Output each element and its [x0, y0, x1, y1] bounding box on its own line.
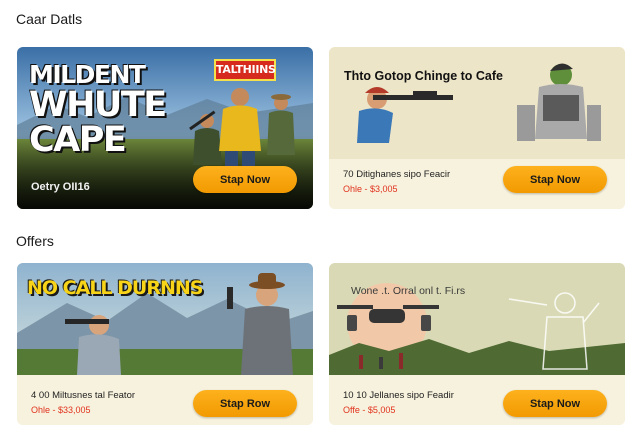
- card-3-description: 4 00 Miltusnes tal Feator: [31, 390, 136, 401]
- card-game-2[interactable]: Thto Gotop Chinge to Cafe 70 Ditighanes …: [329, 47, 625, 209]
- card-1-title: MILDENT WHUTE CAPE: [29, 60, 167, 160]
- section-title-car-deals: Caar Datls: [16, 11, 83, 27]
- card-3-title: NO CALL DURNNS: [27, 277, 203, 299]
- card-2-description: 70 Ditighanes sipo Feacir: [343, 169, 451, 180]
- card-1-title-line-3: CAPE: [29, 120, 127, 160]
- card-4-price: Offe - $5,005: [343, 405, 396, 415]
- card-offer-1[interactable]: NO CALL DURNNS 4 00 Miltusnes tal Feator…: [17, 263, 313, 425]
- card-2-headline: Thto Gotop Chinge to Cafe: [344, 69, 504, 83]
- card-1-title-line-1: MILDENT: [29, 60, 146, 89]
- card-3-cta-button[interactable]: Stap Row: [193, 390, 297, 417]
- card-4-cta-button[interactable]: Stap Now: [503, 390, 607, 417]
- card-1-cta-button[interactable]: Stap Now: [193, 166, 297, 193]
- card-4-description: 10 10 Jellanes sipo Feadir: [343, 390, 454, 401]
- card-2-price: Ohle - $3,005: [343, 184, 398, 194]
- card-offer-2[interactable]: Wone .t. Orral onl t. Fi.rs 10 10 Jellan…: [329, 263, 625, 425]
- card-1-title-line-2: WHUTE: [29, 85, 167, 125]
- card-game-1[interactable]: TALTHIINS MILDENT WHUTE CAPE Oetry OII16…: [17, 47, 313, 209]
- section-title-offers: Offers: [16, 233, 54, 249]
- card-1-badge: TALTHIINS: [214, 59, 276, 81]
- card-2-cta-button[interactable]: Stap Now: [503, 166, 607, 193]
- card-1-caption: Oetry OII16: [31, 181, 90, 193]
- card-4-overlay-text: Wone .t. Orral onl t. Fi.rs: [351, 285, 466, 297]
- card-3-price: Ohle - $33,005: [31, 405, 91, 415]
